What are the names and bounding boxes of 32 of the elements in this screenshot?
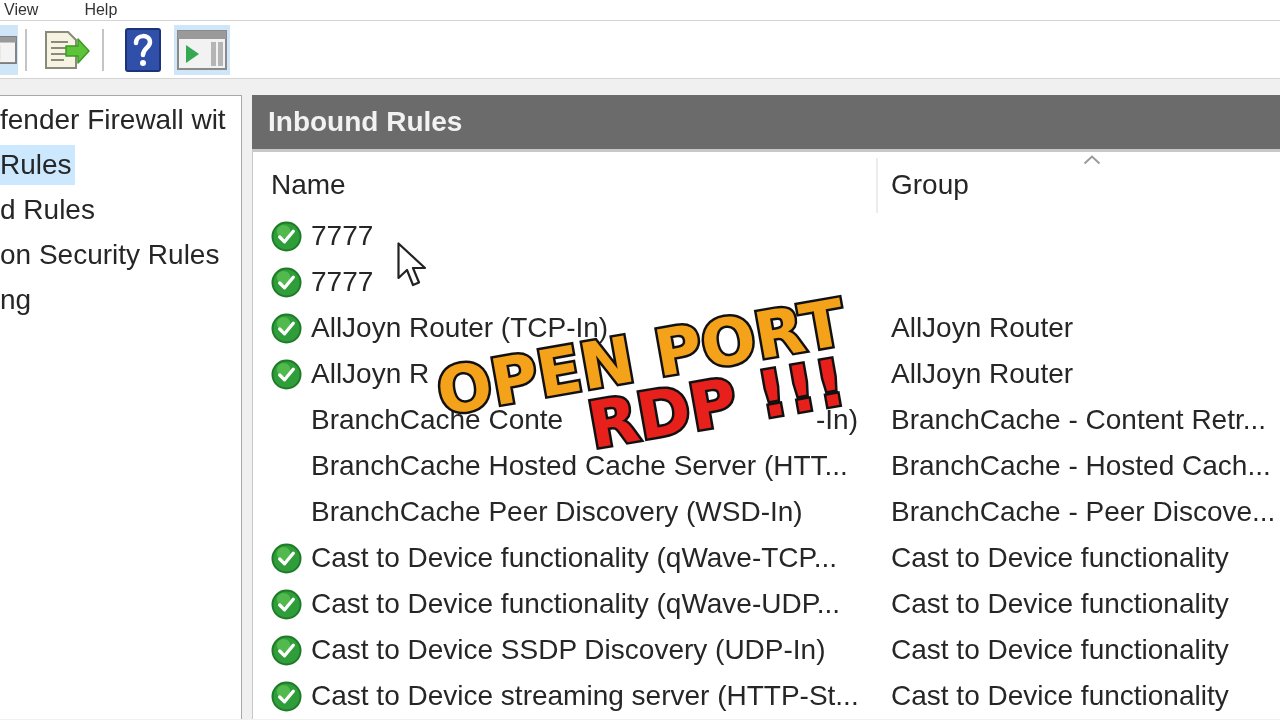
name-cell-text: BranchCache Peer Discovery (WSD-In) <box>311 495 803 529</box>
name-cell-text: Cast to Device streaming server (HTTP-St... <box>311 679 859 713</box>
name-cell-text: Cast to Device SSDP Discovery (UDP-In) <box>311 633 826 667</box>
group-cell-text: BranchCache - Peer Discove... <box>890 495 1276 529</box>
group-cell-text: AllJoyn Router <box>890 357 1074 391</box>
group-cell-text: Cast to Device functionality <box>890 633 1229 667</box>
menu-item[interactable]: View <box>4 0 39 20</box>
group-cell-text: Cast to Device functionality <box>890 679 1229 713</box>
group-cell-text: Cast to Device functionality <box>890 587 1229 621</box>
name-cell-text: BranchCache Hosted Cache Server (HTT... <box>311 449 848 483</box>
column-header[interactable]: Group <box>891 164 969 206</box>
name-cell-text: AllJoyn R <box>311 357 430 391</box>
name-cell-text: Cast to Device functionality (qWave-TCP... <box>311 541 837 575</box>
pane-title: Inbound Rules <box>268 105 463 139</box>
group-cell-text: Cast to Device functionality <box>890 541 1229 575</box>
name-cell-text: 7777 <box>311 219 374 253</box>
tree-item[interactable]: fender Firewall wit <box>0 99 229 140</box>
name-cell-text: 7777 <box>311 265 374 299</box>
group-cell-text: BranchCache - Hosted Cach... <box>890 449 1271 483</box>
column-header[interactable]: Name <box>271 164 346 206</box>
group-cell-text: BranchCache - Content Retr... <box>890 403 1267 437</box>
help-icon <box>125 27 161 72</box>
tree-item[interactable]: d Rules <box>0 189 98 230</box>
window-play-icon <box>177 29 227 70</box>
menu-item[interactable]: Help <box>84 0 118 20</box>
tree-item[interactable]: ng <box>0 279 35 320</box>
tree-item[interactable]: on Security Rules <box>0 234 223 275</box>
mouse-cursor-icon <box>397 242 429 288</box>
tree-item[interactable]: Rules <box>0 144 75 185</box>
group-cell-text: AllJoyn Router <box>890 311 1074 345</box>
document-arrow-icon <box>44 29 90 70</box>
name-cell-text: Cast to Device functionality (qWave-UDP... <box>311 587 841 621</box>
